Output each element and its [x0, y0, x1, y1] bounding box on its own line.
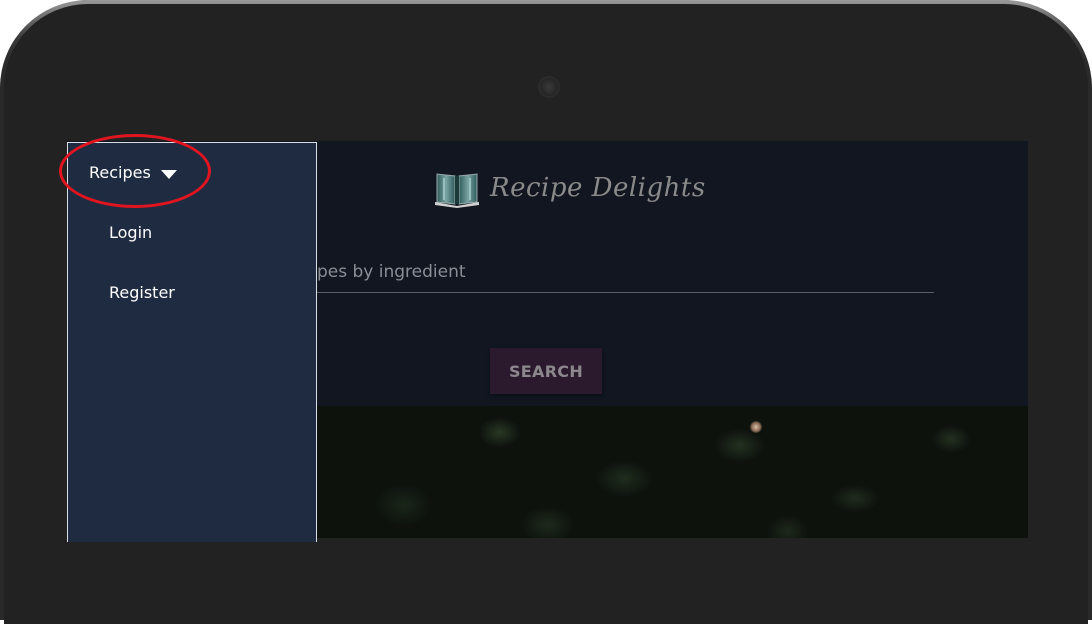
sidebar-item-label: Register: [109, 283, 175, 302]
site-title: Recipe Delights: [490, 173, 706, 203]
sidebar-item-recipes[interactable]: Recipes: [89, 163, 177, 182]
site-logo[interactable]: Recipe Delights: [434, 165, 706, 211]
sidebar-item-label: Login: [109, 223, 153, 242]
search-button[interactable]: SEARCH: [490, 348, 602, 394]
camera-icon: [539, 77, 559, 97]
caret-down-icon: [160, 170, 177, 179]
hero-light-glow: [750, 421, 762, 433]
side-nav-menu: Recipes Login Register: [67, 142, 317, 542]
sidebar-item-label: Recipes: [89, 163, 151, 182]
sidebar-item-login[interactable]: Login: [109, 223, 152, 242]
search-input[interactable]: [317, 251, 934, 293]
sidebar-item-register[interactable]: Register: [109, 283, 175, 302]
open-book-icon: [435, 173, 479, 208]
